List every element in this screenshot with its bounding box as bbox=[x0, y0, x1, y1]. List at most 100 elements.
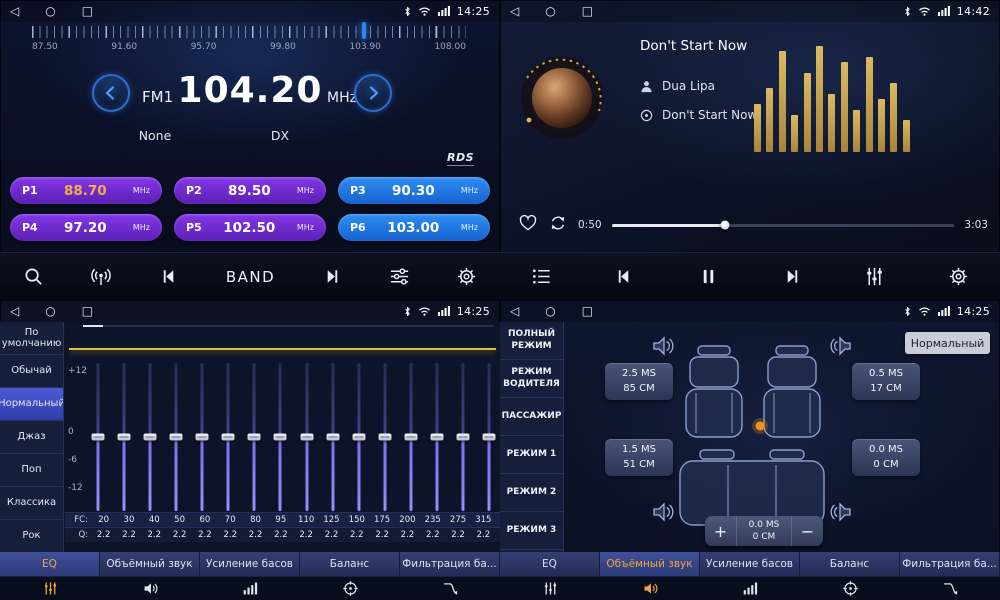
settings-button[interactable] bbox=[948, 266, 969, 287]
tab-eq[interactable]: EQ bbox=[500, 552, 600, 576]
preset-button[interactable]: P2 89.50 MHz bbox=[174, 177, 326, 204]
pause-button[interactable] bbox=[698, 266, 719, 287]
front-left-delay[interactable]: 2.5 MS 85 CM bbox=[605, 363, 673, 400]
tab-balance[interactable]: Баланс bbox=[300, 552, 400, 576]
eq-preset-jazz[interactable]: Джаз bbox=[0, 421, 63, 454]
eq-preset-classic[interactable]: Классика bbox=[0, 487, 63, 520]
eq-band-slider[interactable] bbox=[430, 363, 444, 511]
mode-full[interactable]: ПОЛНЫЙ РЕЖИМ bbox=[500, 322, 563, 360]
eq-band-slider[interactable] bbox=[352, 363, 366, 511]
mode-1[interactable]: РЕЖИМ 1 bbox=[500, 436, 563, 474]
dx-mode[interactable]: DX bbox=[271, 128, 289, 143]
eq-preset-default[interactable]: По умолчанию bbox=[0, 322, 63, 355]
eq-preset-pop[interactable]: Поп bbox=[0, 454, 63, 487]
eq-band-slider[interactable] bbox=[247, 363, 261, 511]
band-button[interactable]: BAND bbox=[226, 268, 275, 286]
rear-left-delay[interactable]: 1.5 MS 51 CM bbox=[605, 439, 673, 476]
surround-tab-icon[interactable] bbox=[100, 577, 200, 600]
recents-icon[interactable]: □ bbox=[82, 5, 93, 17]
back-icon[interactable]: ◁ bbox=[10, 5, 19, 17]
increase-button[interactable]: + bbox=[705, 516, 737, 546]
eq-band-knob[interactable] bbox=[118, 434, 131, 441]
eq-band-slider[interactable] bbox=[482, 363, 496, 511]
repeat-icon[interactable] bbox=[548, 213, 568, 237]
balance-tab-icon[interactable] bbox=[800, 577, 900, 600]
recents-icon[interactable]: □ bbox=[82, 305, 93, 317]
eq-band-slider[interactable] bbox=[404, 363, 418, 511]
listener-position-dot[interactable] bbox=[756, 422, 765, 431]
eq-preset-custom[interactable]: Обычай bbox=[0, 355, 63, 388]
recents-icon[interactable]: □ bbox=[582, 5, 593, 17]
eq-band-knob[interactable] bbox=[170, 434, 183, 441]
tab-surround[interactable]: Объёмный звук bbox=[100, 552, 200, 576]
bass-boost-tab-icon[interactable] bbox=[700, 577, 800, 600]
preset-button[interactable]: P1 88.70 MHz bbox=[10, 177, 162, 204]
tab-filter[interactable]: Фильтрация ба... bbox=[400, 552, 500, 576]
eq-band-slider[interactable] bbox=[169, 363, 183, 511]
eq-band-knob[interactable] bbox=[196, 434, 209, 441]
eq-band-slider[interactable] bbox=[456, 363, 470, 511]
back-icon[interactable]: ◁ bbox=[510, 5, 519, 17]
surround-tab-icon[interactable] bbox=[600, 577, 700, 600]
eq-preset-rock[interactable]: Рок bbox=[0, 520, 63, 552]
eq-band-knob[interactable] bbox=[274, 434, 287, 441]
playlist-button[interactable] bbox=[531, 266, 552, 287]
eq-tab-icon[interactable] bbox=[500, 577, 600, 600]
recents-icon[interactable]: □ bbox=[582, 305, 593, 317]
tab-bass-boost[interactable]: Усиление басов bbox=[700, 552, 800, 576]
eq-band-knob[interactable] bbox=[430, 434, 443, 441]
next-button[interactable] bbox=[321, 266, 342, 287]
mode-driver[interactable]: РЕЖИМ ВОДИТЕЛЯ bbox=[500, 360, 563, 398]
back-icon[interactable]: ◁ bbox=[510, 305, 519, 317]
profile-button[interactable]: Нормальный bbox=[905, 332, 990, 354]
eq-band-knob[interactable] bbox=[404, 434, 417, 441]
eq-band-knob[interactable] bbox=[326, 434, 339, 441]
eq-band-knob[interactable] bbox=[92, 434, 105, 441]
preset-button[interactable]: P4 97.20 MHz bbox=[10, 214, 162, 241]
home-icon[interactable]: ○ bbox=[545, 5, 555, 17]
eq-band-slider[interactable] bbox=[143, 363, 157, 511]
decrease-button[interactable]: − bbox=[791, 516, 823, 546]
filter-tab-icon[interactable] bbox=[900, 577, 1000, 600]
eq-band-slider[interactable] bbox=[326, 363, 340, 511]
previous-button[interactable] bbox=[614, 266, 635, 287]
bass-boost-tab-icon[interactable] bbox=[200, 577, 300, 600]
eq-tab-icon[interactable] bbox=[0, 577, 100, 600]
search-button[interactable] bbox=[23, 266, 44, 287]
home-icon[interactable]: ○ bbox=[45, 5, 55, 17]
preset-button[interactable]: P5 102.50 MHz bbox=[174, 214, 326, 241]
eq-band-slider[interactable] bbox=[91, 363, 105, 511]
eq-band-slider[interactable] bbox=[117, 363, 131, 511]
progress-bar[interactable] bbox=[612, 224, 955, 227]
eq-band-knob[interactable] bbox=[144, 434, 157, 441]
tab-eq[interactable]: EQ bbox=[0, 552, 100, 576]
equalizer-button[interactable] bbox=[864, 266, 885, 287]
tab-balance[interactable]: Баланс bbox=[800, 552, 900, 576]
tab-bass-boost[interactable]: Усиление басов bbox=[200, 552, 300, 576]
eq-band-slider[interactable] bbox=[221, 363, 235, 511]
eq-scroll-thumb[interactable] bbox=[83, 325, 103, 327]
preset-button[interactable]: P3 90.30 MHz bbox=[338, 177, 490, 204]
settings-button[interactable] bbox=[456, 266, 477, 287]
eq-band-slider[interactable] bbox=[273, 363, 287, 511]
eq-band-knob[interactable] bbox=[248, 434, 261, 441]
back-icon[interactable]: ◁ bbox=[10, 305, 19, 317]
scan-button[interactable] bbox=[90, 266, 112, 288]
previous-button[interactable] bbox=[159, 266, 180, 287]
favorite-icon[interactable] bbox=[518, 213, 538, 237]
tab-filter[interactable]: Фильтрация ба... bbox=[900, 552, 1000, 576]
eq-preset-normal[interactable]: Нормальный bbox=[0, 388, 63, 421]
seek-up-button[interactable] bbox=[354, 74, 392, 112]
front-right-delay[interactable]: 0.5 MS 17 CM bbox=[852, 363, 920, 400]
next-button[interactable] bbox=[781, 266, 802, 287]
tune-icon[interactable] bbox=[389, 266, 410, 287]
home-icon[interactable]: ○ bbox=[545, 305, 555, 317]
balance-tab-icon[interactable] bbox=[300, 577, 400, 600]
home-icon[interactable]: ○ bbox=[45, 305, 55, 317]
eq-band-slider[interactable] bbox=[300, 363, 314, 511]
eq-band-knob[interactable] bbox=[352, 434, 365, 441]
mode-passenger[interactable]: ПАССАЖИР bbox=[500, 398, 563, 436]
eq-band-knob[interactable] bbox=[222, 434, 235, 441]
mode-2[interactable]: РЕЖИМ 2 bbox=[500, 474, 563, 512]
eq-band-knob[interactable] bbox=[456, 434, 469, 441]
